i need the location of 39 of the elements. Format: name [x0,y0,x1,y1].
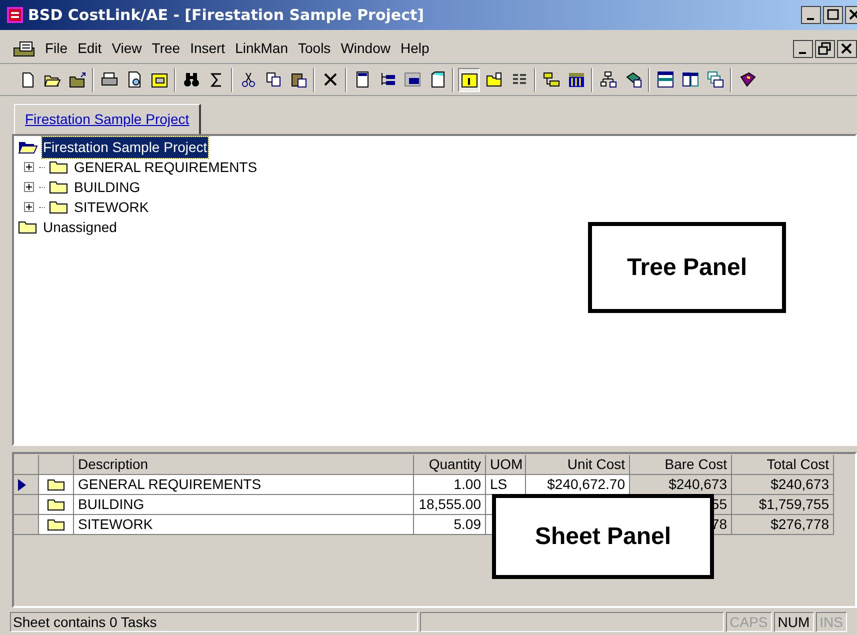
status-message: Sheet contains 0 Tasks [10,612,418,632]
menu-item[interactable]: File [44,38,69,59]
table-cell: $240,673 [732,475,834,495]
status-indicator: INS [816,612,847,632]
table-cell: $240,672.70 [526,475,630,495]
status-indicator: CAPS [726,612,772,632]
table-cell: GENERAL REQUIREMENTS [74,475,414,495]
menu-item[interactable]: Edit [76,38,103,59]
column-header[interactable]: Total Cost [732,455,834,475]
column-header[interactable]: Bare Cost [630,455,732,475]
window-title: BSD CostLink/AE - [Firestation Sample Project] [28,4,424,26]
menu-item[interactable]: View [110,38,143,59]
tree-node-label[interactable]: BUILDING [73,176,142,198]
table-cell: 1.00 [414,475,486,495]
column-header[interactable]: Description [74,455,414,475]
table-cell: 5.09 [414,515,486,535]
tab[interactable]: Firestation Sample Project [14,104,202,134]
tree-panel-callout: Tree Panel [588,222,786,313]
column-header[interactable]: UOM [486,455,526,475]
menu-item[interactable]: LinkMan [234,38,289,59]
column-header[interactable]: Unit Cost [526,455,630,475]
menu-item[interactable]: Tree [150,38,182,59]
column-header[interactable]: Quantity [414,455,486,475]
menu-item[interactable]: Window [340,38,392,59]
menu-item[interactable]: Tools [297,38,332,59]
table-cell: $276,778 [732,515,834,535]
table-cell: SITEWORK [74,515,414,535]
table-cell: BUILDING [74,495,414,515]
table-cell: $1,759,755 [732,495,834,515]
menu-item[interactable]: Insert [189,38,226,59]
table-cell: LS [486,475,526,495]
tree-node-label[interactable]: SITEWORK [73,196,150,218]
tree-node-label[interactable]: GENERAL REQUIREMENTS [73,156,258,178]
status-indicator: NUM [774,612,814,632]
menu-item[interactable]: Help [399,38,430,59]
table-cell: 18,555.00 [414,495,486,515]
sheet-panel-callout: Sheet Panel [492,494,714,579]
tree-node-label[interactable]: Firestation Sample Project [42,136,208,158]
tree-node-label[interactable]: Unassigned [42,216,118,238]
